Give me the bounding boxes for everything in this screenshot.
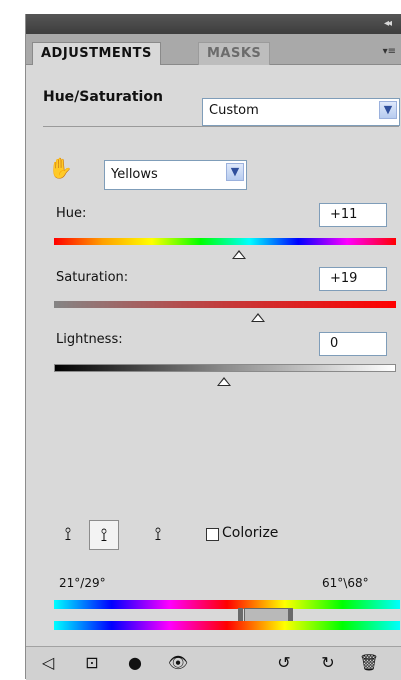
separator: [43, 126, 399, 127]
bottom-toolbar: ◁ ⊡ ● 👁 ↺ ↻ 🗑: [26, 646, 401, 680]
hue-slider-thumb[interactable]: [232, 250, 246, 259]
view-previous-state-icon[interactable]: ↺: [272, 652, 296, 674]
eyedropper-icon[interactable]: ⟟: [53, 520, 83, 550]
lightness-label: Lightness:: [56, 332, 123, 347]
fit-window-icon[interactable]: ⊡: [80, 652, 104, 674]
range-right-handle[interactable]: [288, 608, 293, 621]
back-arrow-icon[interactable]: ◁: [36, 652, 60, 674]
tab-bar: ADJUSTMENTS MASKS ▾≡: [26, 34, 401, 65]
color-spectrum-bottom: [54, 621, 400, 630]
preset-value: Custom: [209, 103, 259, 118]
collapse-icon[interactable]: ◂◂: [384, 18, 392, 29]
range-left-value: 21°/29°: [59, 576, 106, 590]
range-center-block[interactable]: [244, 608, 289, 622]
saturation-slider-thumb[interactable]: [251, 313, 265, 322]
panel-title-strip: ◂◂: [26, 14, 401, 34]
adjustment-title: Hue/Saturation: [43, 89, 163, 105]
colorize-label: Colorize: [222, 525, 279, 541]
hand-icon[interactable]: ✋: [48, 156, 73, 180]
eyedropper-subtract-icon[interactable]: ⟟: [143, 520, 173, 550]
tab-masks[interactable]: MASKS: [198, 42, 271, 65]
range-right-value: 61°\68°: [322, 576, 369, 590]
color-spectrum-top: [54, 600, 400, 609]
preset-dropdown[interactable]: Custom ▼: [202, 98, 400, 126]
channel-dropdown[interactable]: Yellows ▼: [104, 160, 247, 190]
saturation-slider-track[interactable]: [54, 301, 396, 308]
lightness-slider-thumb[interactable]: [217, 377, 231, 386]
hue-input[interactable]: +11: [319, 203, 387, 227]
chevron-down-icon: ▼: [379, 101, 397, 119]
hue-label: Hue:: [56, 206, 87, 221]
hue-slider-track[interactable]: [54, 238, 396, 245]
chevron-down-icon: ▼: [226, 163, 244, 181]
colorize-checkbox[interactable]: [206, 528, 219, 541]
reset-icon[interactable]: ↻: [316, 652, 340, 674]
lightness-input[interactable]: 0: [319, 332, 387, 356]
tab-adjustments[interactable]: ADJUSTMENTS: [32, 42, 161, 65]
channel-value: Yellows: [111, 167, 158, 182]
lightness-slider-track[interactable]: [54, 364, 396, 372]
eyedropper-add-icon[interactable]: ⟟: [89, 520, 119, 550]
visibility-eye-icon[interactable]: 👁: [166, 652, 190, 674]
trash-icon[interactable]: 🗑: [357, 652, 381, 674]
saturation-label: Saturation:: [56, 270, 129, 285]
saturation-input[interactable]: +19: [319, 267, 387, 291]
panel-menu-icon[interactable]: ▾≡: [383, 46, 396, 57]
clip-layer-icon[interactable]: ●: [123, 652, 147, 674]
adjustments-panel: ◂◂ ADJUSTMENTS MASKS ▾≡ Hue/Saturation C…: [25, 14, 401, 680]
range-left-handle[interactable]: [238, 608, 243, 621]
